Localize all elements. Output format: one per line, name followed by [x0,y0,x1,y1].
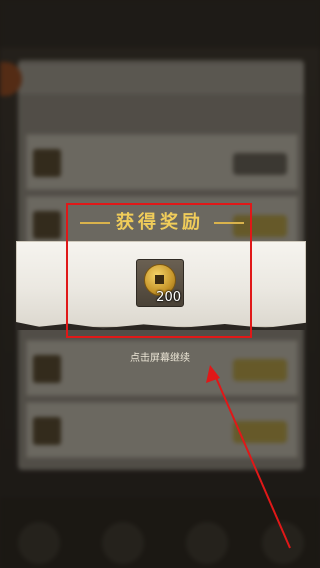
continue-hint: 点击屏幕继续 [130,353,190,364]
highlight-box [66,203,252,338]
